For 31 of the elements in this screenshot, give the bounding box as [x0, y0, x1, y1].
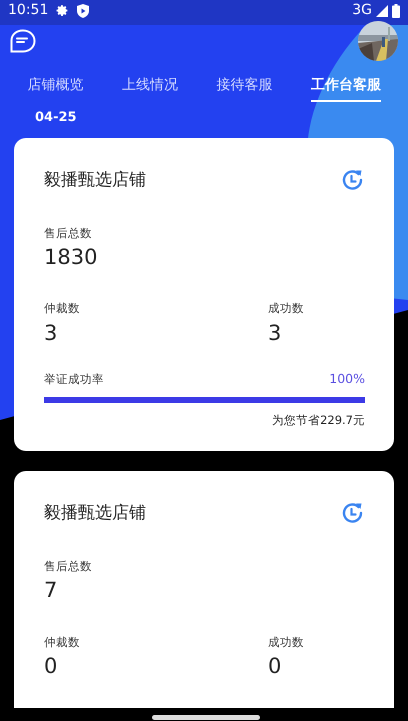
tab[interactable]: 上线情况 — [122, 69, 178, 102]
stat-label: 仲裁数 — [44, 634, 81, 651]
battery-icon — [392, 4, 400, 18]
network-text: 3G — [352, 1, 372, 20]
history-icon[interactable] — [341, 501, 365, 526]
tab[interactable]: 接待客服 — [216, 69, 272, 102]
tab[interactable]: 工作台客服 — [310, 69, 381, 102]
rate-value: 100% — [329, 370, 365, 388]
stat-value: 0 — [268, 654, 282, 679]
tab[interactable]: 店铺概览 — [27, 69, 84, 102]
rate-label: 举证成功率 — [44, 371, 104, 388]
stat-label: 售后总数 — [44, 558, 93, 576]
stat-label: 成功数 — [268, 300, 304, 318]
chat-icon[interactable] — [10, 29, 36, 53]
stat-value: 3 — [44, 320, 58, 346]
stat-label: 仲裁数 — [44, 300, 81, 318]
store-name: 毅播甄选店铺 — [44, 168, 146, 192]
clock-text: 10:51 — [8, 1, 48, 20]
settings-icon — [56, 4, 70, 17]
shield-icon — [77, 4, 90, 18]
stat-label: 售后总数 — [44, 225, 93, 242]
store-name: 毅播甄选店铺 — [44, 502, 146, 525]
stat-value: 7 — [44, 578, 58, 604]
stat-value: 3 — [268, 320, 282, 346]
stat-value: 1830 — [44, 245, 98, 270]
signal-icon — [376, 4, 388, 16]
stat-value: 0 — [44, 654, 58, 679]
history-icon[interactable] — [341, 168, 365, 192]
date-text: 04-25 — [35, 109, 77, 127]
stat-label: 成功数 — [268, 634, 304, 651]
savings-text: 为您节省229.7元 — [272, 412, 365, 427]
